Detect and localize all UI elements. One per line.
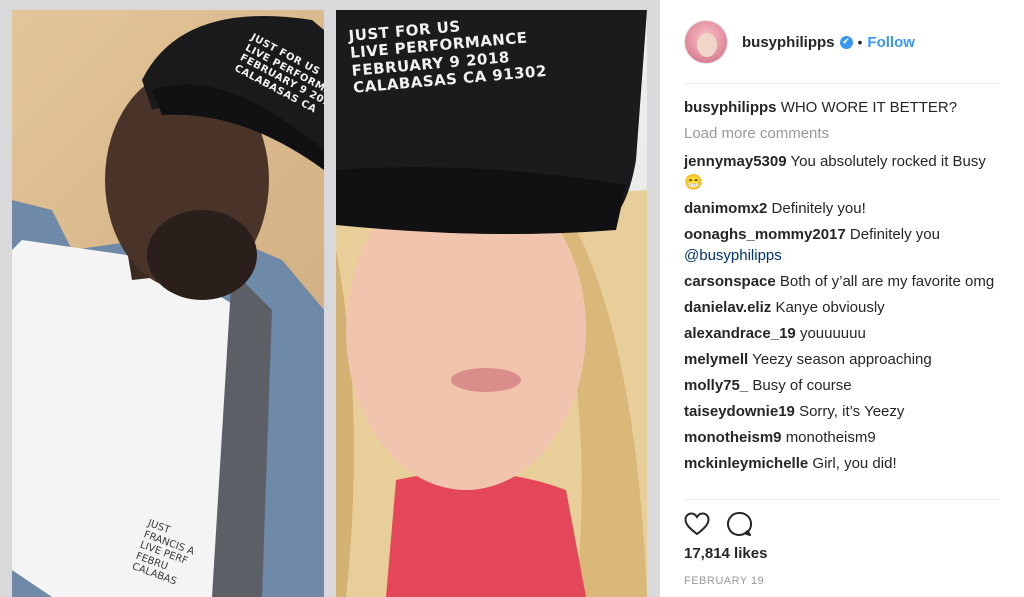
left-photo: JUST FOR US LIVE PERFORMANCE FEBRUARY 9 …: [12, 10, 324, 597]
post-image[interactable]: JUST FOR US LIVE PERFORMANCE FEBRUARY 9 …: [0, 0, 660, 597]
comment-username[interactable]: danielav.eliz: [684, 299, 771, 316]
comment-item: molly75_ Busy of course: [684, 375, 1000, 396]
comment-text: Kanye obviously: [775, 299, 885, 316]
comment-text: youuuuuu: [799, 325, 866, 342]
comment-text: Yeezy season approaching: [752, 351, 932, 368]
post-header: busyphilipps ✔ • Follow: [684, 18, 1000, 66]
comment-icon[interactable]: [726, 511, 752, 537]
header-divider: [684, 83, 1000, 84]
comment-username[interactable]: mckinleymichelle: [684, 455, 808, 472]
comment-item: danielav.eliz Kanye obviously: [684, 297, 1000, 318]
comment-text: Girl, you did!: [812, 455, 897, 472]
comment-username[interactable]: jennymay5309: [684, 153, 787, 170]
comment-item: oonaghs_mommy2017 Definitely you @busyph…: [684, 224, 1000, 266]
comment-username[interactable]: danimomx2: [684, 200, 767, 217]
comment-text: Sorry, it’s Yeezy: [799, 403, 905, 420]
heart-icon[interactable]: [684, 512, 710, 536]
comment-text: monotheism9: [785, 429, 876, 446]
comment-text: Both of y’all are my favorite omg: [779, 273, 995, 290]
post-side-panel: busyphilipps ✔ • Follow busyphilipps WHO…: [660, 0, 1024, 597]
comment-item: monotheism9 monotheism9: [684, 427, 1000, 448]
comments-section: busyphilipps WHO WORE IT BETTER? Load mo…: [684, 97, 1000, 479]
verified-icon: ✔: [839, 35, 853, 49]
comment-username[interactable]: taiseydownie19: [684, 403, 795, 420]
comment-mention-link[interactable]: @busyphilipps: [684, 245, 1000, 266]
follow-button[interactable]: Follow: [867, 34, 915, 51]
comment-username[interactable]: carsonspace: [684, 273, 776, 290]
caption-text: WHO WORE IT BETTER?: [780, 99, 958, 116]
likes-count[interactable]: 17,814 likes: [684, 545, 767, 562]
comment-username[interactable]: oonaghs_mommy2017: [684, 226, 846, 243]
action-bar: [684, 510, 752, 538]
caption-username[interactable]: busyphilipps: [684, 99, 777, 116]
comment-username[interactable]: alexandrace_19: [684, 325, 796, 342]
comment-username[interactable]: melymell: [684, 351, 748, 368]
comment-text: Definitely you: [849, 226, 940, 243]
comment-text: Definitely you!: [771, 200, 866, 217]
load-more-comments-link[interactable]: Load more comments: [684, 123, 1000, 144]
comment-item: danimomx2 Definitely you!: [684, 198, 1000, 219]
avatar[interactable]: [684, 20, 728, 64]
comment-username[interactable]: molly75_: [684, 377, 748, 394]
caption: busyphilipps WHO WORE IT BETTER?: [684, 97, 1000, 118]
comment-username[interactable]: monotheism9: [684, 429, 782, 446]
comment-item: mckinleymichelle Girl, you did!: [684, 453, 1000, 474]
header-username[interactable]: busyphilipps: [742, 34, 835, 51]
actions-divider: [684, 499, 1000, 500]
comment-item: jennymay5309 You absolutely rocked it Bu…: [684, 151, 1000, 193]
separator-dot: •: [857, 34, 863, 50]
comment-item: melymell Yeezy season approaching: [684, 349, 1000, 370]
right-photo: [336, 10, 647, 597]
comment-text: Busy of course: [752, 377, 852, 394]
post-date[interactable]: FEBRUARY 19: [684, 575, 764, 587]
comment-item: alexandrace_19 youuuuuu: [684, 323, 1000, 344]
comment-item: carsonspace Both of y’all are my favorit…: [684, 271, 1000, 292]
comment-item: taiseydownie19 Sorry, it’s Yeezy: [684, 401, 1000, 422]
